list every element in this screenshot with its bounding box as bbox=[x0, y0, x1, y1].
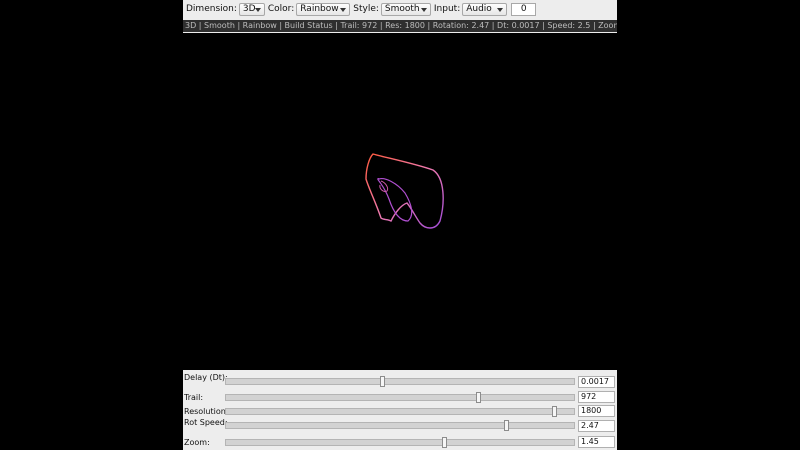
color-label: Color: bbox=[267, 4, 295, 14]
style-select[interactable]: Smooth bbox=[380, 2, 431, 16]
delay-slider[interactable] bbox=[225, 376, 575, 387]
delay-value[interactable]: 0.0017 bbox=[578, 376, 615, 388]
resolution-label: Resolution bbox=[184, 407, 226, 416]
color-select[interactable]: Rainbow bbox=[296, 2, 351, 16]
chevron-down-icon bbox=[340, 7, 347, 12]
status-bar: 3D | Smooth | Rainbow | Build Status | T… bbox=[183, 20, 617, 32]
channel-spinbox[interactable]: 0 bbox=[511, 2, 537, 16]
style-label: Style: bbox=[353, 4, 379, 14]
rot-speed-label: Rot Speed: bbox=[184, 418, 228, 427]
dimension-select-value: 3D bbox=[242, 4, 256, 14]
dimension-label: Dimension: bbox=[186, 4, 237, 14]
zoom-slider[interactable] bbox=[225, 437, 575, 448]
controls-panel: Delay (Dt): 0.0017 Trail: 972 Resolution… bbox=[183, 371, 617, 450]
delay-label: Delay (Dt): bbox=[184, 373, 228, 382]
rot-speed-slider-handle[interactable] bbox=[504, 420, 509, 431]
zoom-slider-handle[interactable] bbox=[442, 437, 447, 448]
input-label: Input: bbox=[433, 4, 461, 14]
input-select[interactable]: Audio bbox=[462, 2, 508, 16]
visualization-canvas[interactable] bbox=[183, 33, 617, 370]
trail-slider[interactable] bbox=[225, 392, 575, 403]
style-select-value: Smooth bbox=[384, 4, 420, 14]
toolbar: Dimension: 3D Color: Rainbow Style: Smoo… bbox=[183, 0, 617, 18]
rot-speed-value[interactable]: 2.47 bbox=[578, 420, 615, 432]
resolution-slider-handle[interactable] bbox=[552, 406, 557, 417]
attractor-plot bbox=[365, 153, 444, 229]
trail-slider-handle[interactable] bbox=[476, 392, 481, 403]
app-window: Dimension: 3D Color: Rainbow Style: Smoo… bbox=[183, 0, 617, 450]
trail-value[interactable]: 972 bbox=[578, 391, 615, 403]
zoom-value[interactable]: 1.45 bbox=[578, 436, 615, 448]
chevron-down-icon bbox=[420, 7, 427, 12]
dimension-select[interactable]: 3D bbox=[238, 2, 265, 16]
resolution-slider[interactable] bbox=[225, 406, 575, 417]
attractor-outer-loop bbox=[365, 153, 444, 229]
chevron-down-icon bbox=[497, 7, 504, 12]
trail-label: Trail: bbox=[184, 393, 204, 402]
zoom-label: Zoom: bbox=[184, 438, 210, 447]
resolution-value[interactable]: 1800 bbox=[578, 405, 615, 417]
input-select-value: Audio bbox=[466, 4, 492, 14]
chevron-down-icon bbox=[254, 7, 261, 12]
attractor-inner-curl bbox=[379, 180, 389, 192]
color-select-value: Rainbow bbox=[300, 4, 339, 14]
rot-speed-slider[interactable] bbox=[225, 420, 575, 431]
delay-slider-handle[interactable] bbox=[380, 376, 385, 387]
